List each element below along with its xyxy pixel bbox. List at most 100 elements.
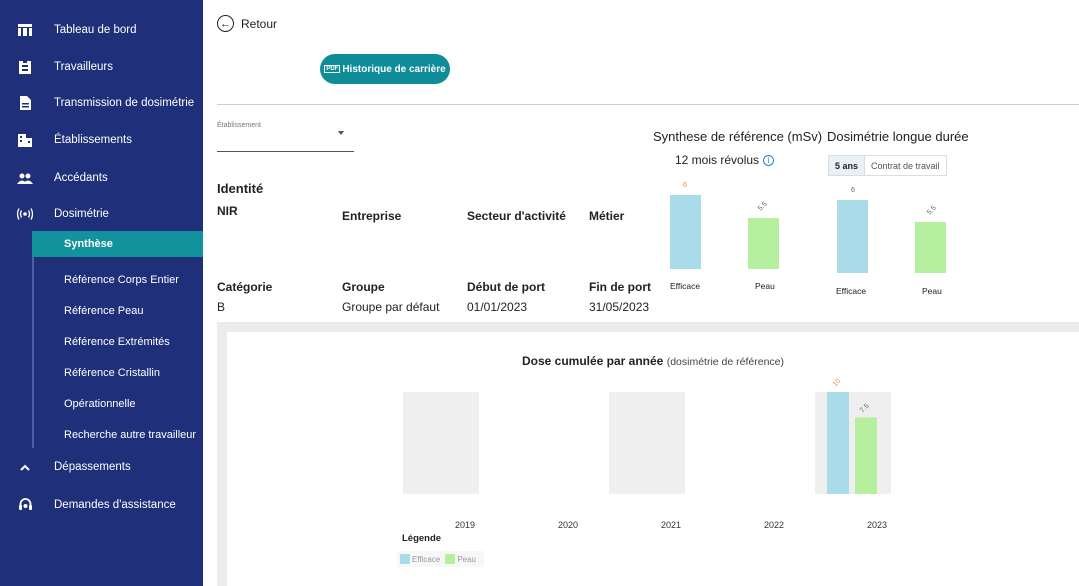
document-icon — [13, 96, 37, 110]
x-tick-label: 2021 — [661, 520, 681, 530]
year-column-bg — [815, 392, 891, 494]
sidebar-subitem-label: Référence Cristallin — [64, 367, 160, 379]
bar-efficace-2023 — [827, 392, 849, 494]
value-categorie: B — [217, 300, 226, 314]
sidebar-item-label: Dépassements — [54, 461, 131, 473]
ref-label-peau: Peau — [755, 281, 775, 291]
building-icon — [13, 133, 37, 147]
reference-period: 12 mois révolus i — [675, 153, 775, 167]
sidebar-subitem-label: Référence Peau — [64, 305, 144, 317]
long-label-efficace: Efficace — [836, 286, 867, 296]
value-groupe: Groupe par défaut — [342, 300, 440, 314]
arrow-left-icon: ← — [217, 15, 234, 32]
ref-label-efficace: Efficace — [670, 281, 701, 291]
label-categorie: Catégorie — [217, 280, 273, 294]
ref-bar-efficace — [670, 195, 701, 269]
x-tick-label: 2023 — [867, 520, 887, 530]
cumulative-chart-card: Dose cumulée par année (dosimétrie de ré… — [227, 332, 1079, 586]
main-content: ← Retour PDF Historique de carrière Étab… — [203, 0, 1079, 586]
sidebar-item-workers[interactable]: Travailleurs — [0, 55, 203, 79]
reference-synthesis-title: Synthese de référence (mSv) — [653, 129, 823, 144]
label-debut-port: Début de port — [467, 280, 545, 294]
legend-item-peau[interactable]: Peau — [445, 554, 476, 564]
legend-item-efficace[interactable]: Efficace — [400, 554, 440, 564]
sidebar-subitem-corps-entier[interactable]: Référence Corps Entier — [32, 267, 203, 293]
badge-icon — [13, 60, 37, 74]
sidebar-item-dashboard[interactable]: Tableau de bord — [0, 18, 203, 42]
establishment-placeholder: Établissement — [217, 122, 261, 129]
sidebar-subitem-peau[interactable]: Référence Peau — [32, 298, 203, 324]
label-nir: NIR — [217, 204, 238, 218]
sidebar-item-establishments[interactable]: Établissements — [0, 128, 203, 152]
ref-value-peau: 5.5 — [756, 200, 769, 213]
long-term-title: Dosimétrie longue durée — [827, 129, 969, 144]
ref-value-efficace: 6 — [683, 182, 687, 189]
label-groupe: Groupe — [342, 280, 385, 294]
people-icon — [13, 173, 37, 184]
year-column-bg — [403, 392, 479, 494]
label-entreprise: Entreprise — [342, 209, 402, 223]
sidebar-item-label: Transmission de dosimétrie — [54, 97, 195, 109]
long-value-peau: 5.5 — [925, 204, 938, 217]
label-fin-port: Fin de port — [589, 280, 651, 294]
x-tick-label: 2020 — [558, 520, 578, 530]
long-bar-efficace — [837, 200, 868, 273]
sidebar-subitem-label: Synthèse — [64, 238, 113, 250]
sidebar-item-label: Accédants — [54, 172, 108, 184]
sidebar-item-label: Demandes d'assistance — [54, 499, 176, 511]
career-history-button[interactable]: PDF Historique de carrière — [320, 54, 450, 84]
sidebar-subitem-operationnelle[interactable]: Opérationnelle — [32, 391, 203, 417]
label-secteur: Secteur d'activité — [467, 209, 566, 223]
sidebar-subitem-label: Opérationnelle — [64, 398, 136, 410]
period-toggle: 5 ans Contrat de travail — [828, 155, 947, 176]
sidebar-item-label: Travailleurs — [54, 61, 114, 73]
radiation-icon — [13, 208, 37, 220]
sidebar-item-assistance[interactable]: Demandes d'assistance — [0, 493, 203, 517]
legend-label-efficace: Efficace — [412, 554, 441, 564]
identity-title: Identité — [217, 181, 264, 196]
x-tick-label: 2019 — [455, 520, 475, 530]
year-column-bg — [609, 392, 685, 494]
caret-down-icon — [338, 131, 344, 135]
back-button[interactable]: ← Retour — [217, 15, 277, 32]
career-history-label: Historique de carrière — [342, 63, 446, 75]
pdf-icon: PDF — [324, 65, 341, 73]
legend-title: Légende — [402, 533, 442, 544]
divider — [217, 104, 1079, 105]
cumulative-chart-svg: 2019 2020 2021 2022 2023107.5 — [403, 378, 891, 530]
sidebar-item-label: Dosimétrie — [54, 208, 109, 220]
long-label-peau: Peau — [922, 286, 942, 296]
label-metier: Métier — [589, 209, 625, 223]
sidebar: Tableau de bord Travailleurs Transmissio… — [0, 0, 203, 586]
toggle-contrat[interactable]: Contrat de travail — [865, 156, 946, 175]
value-debut-port: 01/01/2023 — [467, 300, 528, 314]
toggle-5-ans[interactable]: 5 ans — [829, 156, 866, 175]
legend-swatch-efficace — [400, 554, 410, 564]
sidebar-subitem-extremites[interactable]: Référence Extrémités — [32, 329, 203, 355]
sidebar-subitem-synthese[interactable]: Synthèse — [32, 231, 203, 257]
x-tick-label: 2022 — [764, 520, 784, 530]
info-icon[interactable]: i — [763, 155, 775, 167]
establishment-select[interactable]: Établissement — [217, 119, 354, 152]
value-fin-port: 31/05/2023 — [589, 300, 650, 314]
back-label: Retour — [241, 16, 278, 31]
bar-peau-2023 — [855, 417, 877, 494]
legend-swatch-peau — [445, 554, 456, 564]
sidebar-item-accedants[interactable]: Accédants — [0, 166, 203, 190]
sidebar-item-dosimetry[interactable]: Dosimétrie — [0, 202, 203, 226]
sidebar-subitem-label: Référence Corps Entier — [64, 274, 179, 286]
long-value-efficace: 6 — [851, 187, 855, 194]
sidebar-subitem-recherche[interactable]: Recherche autre travailleur — [32, 422, 203, 448]
sidebar-subitem-label: Recherche autre travailleur — [64, 429, 197, 441]
long-bar-peau — [915, 222, 946, 273]
ref-bar-peau — [748, 218, 779, 269]
data-label-efficace: 10 — [832, 378, 843, 389]
chevron-up-icon — [13, 464, 37, 471]
sidebar-item-depassements[interactable]: Dépassements — [0, 455, 203, 479]
sidebar-item-transmission[interactable]: Transmission de dosimétrie — [0, 91, 203, 115]
sidebar-subitem-cristallin[interactable]: Référence Cristallin — [32, 360, 203, 386]
sidebar-item-label: Établissements — [54, 134, 132, 146]
legend-label-peau: Peau — [457, 554, 476, 564]
reference-period-label: 12 mois révolus — [675, 153, 760, 167]
dashboard-icon — [13, 24, 37, 36]
